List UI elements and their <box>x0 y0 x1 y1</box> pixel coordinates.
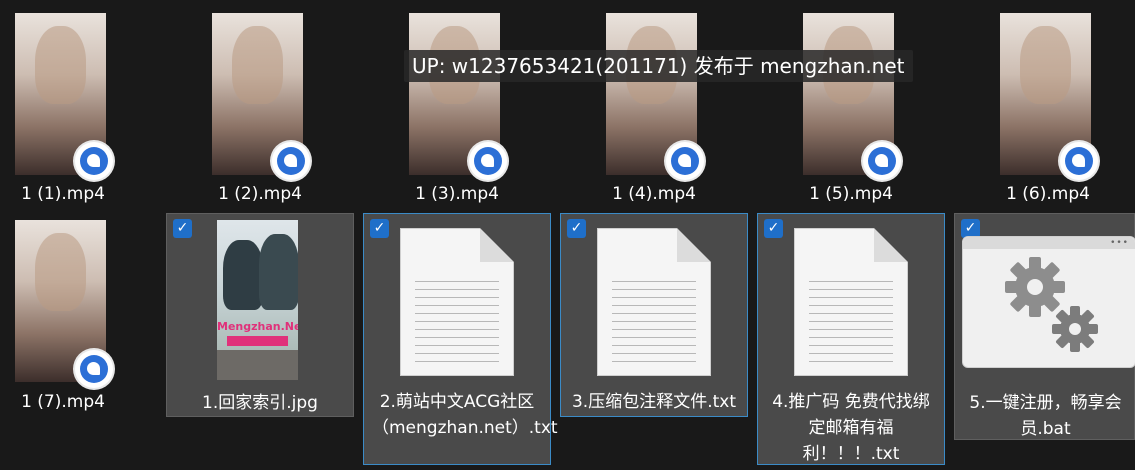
file-item-txt-mengzhan[interactable]: ✓ 2.萌站中文ACG社区（mengzhan.net）.txt <box>363 213 558 465</box>
gears-icon <box>1005 257 1098 352</box>
video-player-icon <box>1060 142 1098 180</box>
check-icon[interactable]: ✓ <box>173 219 192 238</box>
file-name: 5.一键注册，畅享会员.bat <box>969 393 1122 439</box>
image-thumbnail: Mengzhan.Net <box>217 220 298 380</box>
file-name: 1 (1).mp4 <box>21 184 105 204</box>
video-player-icon <box>469 142 507 180</box>
text-file-icon <box>794 228 908 376</box>
text-file-icon <box>597 228 711 376</box>
file-name: 1 (3).mp4 <box>415 184 499 204</box>
video-player-icon <box>75 350 113 388</box>
check-icon[interactable]: ✓ <box>370 219 389 238</box>
file-item-video-1[interactable]: 1 (1).mp4 <box>0 0 120 210</box>
file-item-video-6[interactable]: 1 (6).mp4 <box>985 0 1105 210</box>
file-name: 1 (7).mp4 <box>21 392 105 412</box>
file-item-video-7[interactable]: 1 (7).mp4 <box>0 214 120 424</box>
text-file-icon <box>400 228 514 376</box>
video-player-icon <box>75 142 113 180</box>
check-icon[interactable]: ✓ <box>764 219 783 238</box>
batch-file-icon: ••• <box>962 236 1135 368</box>
file-item-txt-promo[interactable]: ✓ 4.推广码 免费代找绑定邮箱有福利！！！.txt <box>757 213 945 465</box>
watermark-overlay: UP: w1237653421(201171) 发布于 mengzhan.net <box>404 50 913 82</box>
file-item-video-4[interactable]: 1 (4).mp4 <box>591 0 711 210</box>
file-name: 1 (4).mp4 <box>612 184 696 204</box>
video-player-icon <box>863 142 901 180</box>
file-item-video-2[interactable]: 1 (2).mp4 <box>197 0 317 210</box>
file-item-video-5[interactable]: 1 (5).mp4 <box>788 0 908 210</box>
file-item-video-3[interactable]: 1 (3).mp4 <box>394 0 514 210</box>
file-name: 1 (5).mp4 <box>809 184 893 204</box>
video-player-icon <box>666 142 704 180</box>
file-item-bat[interactable]: ✓ ••• 5.一键注册，畅享会员.bat <box>954 213 1135 440</box>
file-item-image[interactable]: ✓ Mengzhan.Net 1.回家索引.jpg <box>166 213 354 417</box>
file-name: 1 (2).mp4 <box>218 184 302 204</box>
file-item-txt-archive-note[interactable]: ✓ 3.压缩包注释文件.txt <box>560 213 748 417</box>
file-name: 1 (6).mp4 <box>1006 184 1090 204</box>
file-name: 1.回家索引.jpg <box>202 393 318 413</box>
file-name: 4.推广码 免费代找绑定邮箱有福利！！！.txt <box>772 392 930 464</box>
video-player-icon <box>272 142 310 180</box>
file-name: 3.压缩包注释文件.txt <box>571 392 736 412</box>
check-icon[interactable]: ✓ <box>567 219 586 238</box>
file-name: 2.萌站中文ACG社区（mengzhan.net）.txt <box>372 392 558 438</box>
